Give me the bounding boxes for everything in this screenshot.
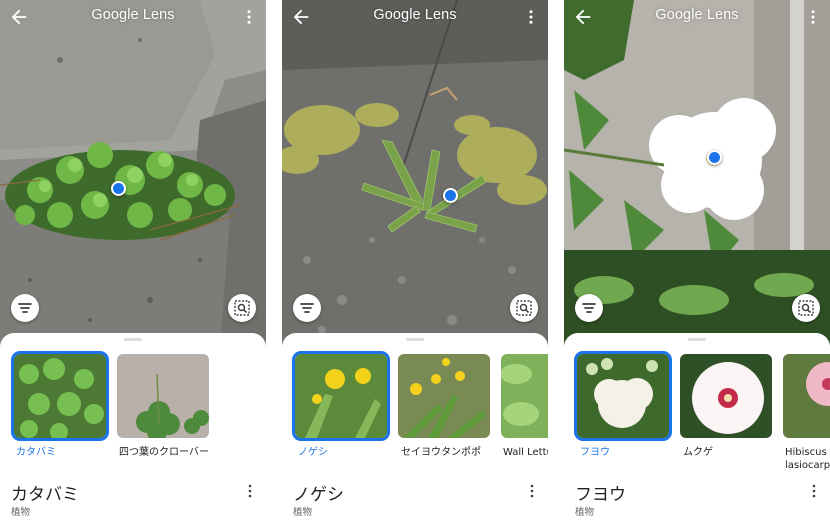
image-search-button[interactable] [510, 294, 538, 322]
sheet-drag-handle[interactable] [124, 338, 142, 341]
top-bar: Google Lens [0, 0, 266, 34]
result-name: ノゲシ [293, 485, 344, 505]
results-sheet: カタバミ 四つ葉のクローバー カタバミ 植物 [0, 333, 266, 532]
lens-screen-3: Google Lens フヨウ ムクゲ Hibiscus lasiocarp フ… [564, 0, 830, 532]
result-thumb-1[interactable] [11, 351, 109, 441]
result-name: フヨウ [575, 485, 626, 505]
result-label-2[interactable]: ムクゲ [683, 446, 713, 459]
more-vert-icon[interactable] [808, 483, 820, 499]
app-title: Google Lens [373, 7, 457, 23]
image-search-icon [234, 300, 250, 316]
results-sheet: ノゲシ セイヨウタンポポ Wall Lettu ノゲシ 植物 [282, 333, 548, 532]
result-thumb-1[interactable] [292, 351, 390, 441]
result-thumb-2[interactable] [117, 354, 209, 438]
camera-photo-hibiscus[interactable] [564, 0, 830, 348]
more-vert-icon[interactable] [240, 7, 258, 27]
more-vert-icon[interactable] [526, 483, 538, 499]
result-thumb-1[interactable] [574, 351, 672, 441]
object-focus-dot[interactable] [443, 188, 458, 203]
filter-icon [18, 303, 32, 313]
filter-icon [582, 303, 596, 313]
results-sheet: フヨウ ムクゲ Hibiscus lasiocarp フヨウ 植物 [564, 333, 830, 532]
result-label-2[interactable]: 四つ葉のクローバー [119, 446, 209, 459]
result-label-1[interactable]: カタバミ [16, 446, 56, 459]
filter-button[interactable] [293, 294, 321, 322]
sheet-drag-handle[interactable] [688, 338, 706, 341]
lens-screen-1: Google Lens カタバミ 四つ葉のクローバー カタバミ 植物 [0, 0, 266, 532]
more-vert-icon[interactable] [522, 7, 540, 27]
image-search-button[interactable] [792, 294, 820, 322]
result-category: 植物 [575, 507, 595, 518]
camera-photo-clover[interactable] [0, 0, 266, 348]
result-thumb-2[interactable] [680, 354, 772, 438]
sheet-drag-handle[interactable] [406, 338, 424, 341]
more-vert-icon[interactable] [804, 7, 822, 27]
filter-button[interactable] [11, 294, 39, 322]
result-label-3[interactable]: Wall Lettu [503, 446, 548, 459]
result-label-1[interactable]: ノゲシ [298, 446, 328, 459]
result-name: カタバミ [11, 485, 79, 505]
top-bar: Google Lens [282, 0, 548, 34]
lens-screen-2: Google Lens ノゲシ セイヨウタンポポ Wall Lettu ノゲシ … [282, 0, 548, 532]
camera-photo-sowthistle[interactable] [282, 0, 548, 348]
object-focus-dot[interactable] [707, 150, 722, 165]
object-focus-dot[interactable] [111, 181, 126, 196]
image-search-icon [798, 300, 814, 316]
app-title: Google Lens [655, 7, 739, 23]
filter-icon [300, 303, 314, 313]
result-label-3[interactable]: Hibiscus lasiocarp [785, 446, 830, 472]
result-category: 植物 [293, 507, 313, 518]
more-vert-icon[interactable] [244, 483, 256, 499]
result-thumb-3[interactable] [501, 354, 548, 438]
result-label-2[interactable]: セイヨウタンポポ [401, 446, 481, 459]
app-title: Google Lens [91, 7, 175, 23]
top-bar: Google Lens [564, 0, 830, 34]
result-category: 植物 [11, 507, 31, 518]
result-thumb-2[interactable] [398, 354, 490, 438]
result-label-1[interactable]: フヨウ [580, 446, 610, 459]
filter-button[interactable] [575, 294, 603, 322]
image-search-button[interactable] [228, 294, 256, 322]
result-thumb-3[interactable] [783, 354, 830, 438]
image-search-icon [516, 300, 532, 316]
